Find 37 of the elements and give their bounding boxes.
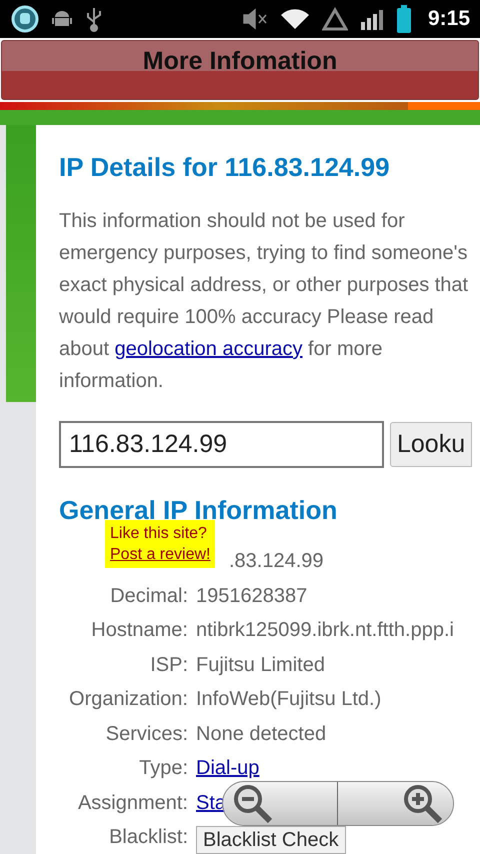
field-label: Type: [138,757,188,780]
field-label: Assignment: [76,792,188,815]
field-label: Decimal: [109,584,188,608]
blacklist-button[interactable]: Blacklist Check [196,826,346,854]
mute-icon [242,8,268,30]
tooltip-text: Like this site? [110,524,208,544]
usb-icon [85,6,103,32]
section-heading: General IP Information [59,494,338,526]
field-label: Organization: [68,688,188,712]
window-title: More Infomation [142,47,338,76]
field-link[interactable]: Dial-up [196,757,260,780]
field-value: Fujitsu Limited [196,654,325,677]
lookup-button[interactable]: Looku [390,422,472,467]
page-heading: IP Details for 116.83.124.99 [59,151,391,183]
field-label: Services: [104,722,188,746]
signal-icon [360,8,384,30]
field-value: ntibrk125099.ibrk.nt.ftth.ppp.i [196,619,454,642]
field-label: Hostname: [90,619,188,642]
app-icon [11,5,39,33]
zoom-out-button[interactable] [223,782,338,825]
field-value: None detected [196,722,326,746]
battery-icon [396,5,412,33]
zoom-out-icon [233,784,273,824]
notice-text: This information should not be used for emergency purposes, trying to find someone's exact physical address, or other purposes that would require 100% accuracy Please read about geolocation accuracy for more information. [59,209,470,394]
field-value: 1951628387 [196,584,308,608]
zoom-in-icon [403,784,443,824]
field-label: ISP: [149,654,188,677]
field-value: .83.124.99 [229,550,324,574]
zoom-in-button[interactable] [338,782,453,825]
triangle-icon [322,7,348,31]
ip-input-field[interactable]: 116.83.124.99 [59,421,384,468]
geolocation-link[interactable]: geolocation accuracy [114,338,302,360]
field-label: Blacklist: [108,826,188,850]
wifi-icon [280,7,310,31]
clock: 9:15 [428,7,470,31]
field-value: InfoWeb(Fujitsu Ltd.) [196,688,382,712]
review-link[interactable]: Post a review! [110,544,210,565]
